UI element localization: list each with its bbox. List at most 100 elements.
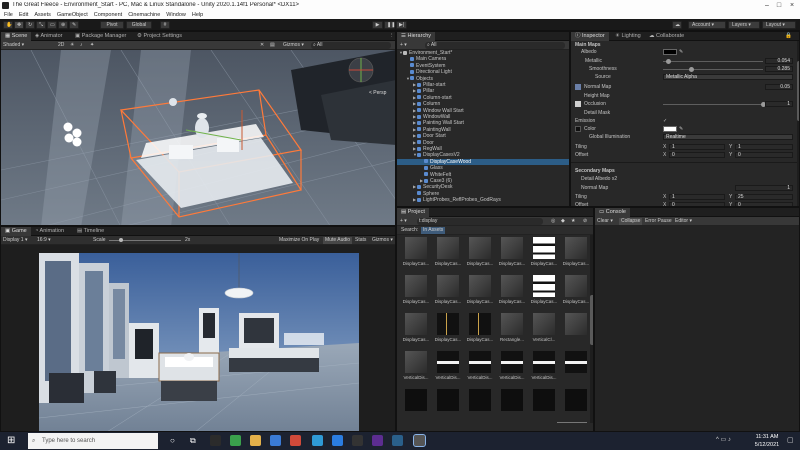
normal-map-value[interactable]: 0.05 [765,84,793,90]
panel-menu-icon[interactable]: ⋮ [385,32,395,41]
asset-thumbnail[interactable] [533,351,555,373]
search-label-icon[interactable]: ◆ [559,218,567,225]
scale-slider-knob[interactable] [119,238,123,242]
asset-thumbnail[interactable] [565,313,587,335]
pause-button[interactable]: ❚❚ [384,21,395,29]
camera-settings-icon[interactable]: ▤ [268,42,277,49]
tab-animation[interactable]: ◔ Animation [31,227,68,236]
hierarchy-item[interactable]: Directional Light [397,69,569,75]
offset-x-field[interactable]: 0 [669,152,725,158]
hierarchy-item[interactable]: ▼ Environment_Start* [397,50,569,56]
asset-thumbnail[interactable] [469,275,491,297]
search-type-icon[interactable]: ◎ [549,218,557,225]
gi-dropdown[interactable]: Realtime [663,134,793,140]
aspect-dropdown[interactable]: 16:9 ▾ [35,237,53,244]
asset-thumbnail[interactable] [501,313,523,335]
asset-label[interactable]: DisplayCas... [401,261,431,266]
asset-thumbnail[interactable] [565,389,587,411]
emission-color-swatch[interactable] [663,126,677,132]
asset-label[interactable]: DisplayCas... [529,261,559,266]
menu-gameobject[interactable]: GameObject [57,12,88,18]
asset-thumbnail[interactable] [565,351,587,373]
asset-thumbnail[interactable] [437,237,459,259]
asset-label[interactable]: DisplayCas... [529,299,559,304]
asset-thumbnail[interactable] [437,389,459,411]
menu-assets[interactable]: Assets [34,12,51,18]
hierarchy-item[interactable]: ▶ SecurityDesk [397,184,569,190]
start-icon[interactable]: ⊞ [7,436,17,446]
stats-toggle[interactable]: Stats [353,237,368,244]
scene-viewport[interactable]: < Persp [1,50,395,225]
rect-tool-icon[interactable]: ▭ [47,21,57,29]
effects-toggle-icon[interactable]: ✦ [88,42,96,49]
metallic-slider-knob[interactable] [665,58,671,64]
shading-dropdown[interactable]: Shaded ▾ [1,42,41,49]
asset-label[interactable]: DisplayCas... [401,299,431,304]
menu-window[interactable]: Window [166,12,186,18]
edge-icon[interactable] [312,435,323,446]
eyedropper-icon[interactable]: ✎ [679,48,683,56]
hierarchy-item[interactable]: ▶ Column-start [397,95,569,101]
metallic-value[interactable]: 0.054 [765,58,793,64]
layers-dropdown[interactable]: Layers ▾ [728,21,760,29]
taskbar-search-input[interactable]: ⌕ Type here to search [28,433,158,449]
layout-dropdown[interactable]: Layout ▾ [762,21,796,29]
hierarchy-item[interactable]: ▶ Pillar [397,88,569,94]
asset-label[interactable]: DisplayCas... [497,299,527,304]
menu-help[interactable]: Help [192,12,203,18]
asset-label[interactable]: Rectangle... [497,337,527,342]
smoothness-slider[interactable] [663,68,763,70]
hierarchy-item[interactable]: ▶ Window Wall Start [397,108,569,114]
project-create-dropdown[interactable]: + ▾ [398,218,409,225]
hierarchy-item[interactable]: WhiteFelt [397,172,569,178]
global-toggle[interactable]: Global [126,21,152,29]
menu-file[interactable]: File [4,12,13,18]
tab-lighting[interactable]: ☀ Lighting [611,32,645,41]
asset-label[interactable]: DisplayCas... [433,337,463,342]
light-toggle-icon[interactable]: ☀ [68,42,76,49]
tiling-y-field[interactable]: 1 [735,144,793,150]
clock-time[interactable]: 11:31 AM [752,434,782,440]
hidden-packages-icon[interactable]: ⊘ [581,218,589,225]
asset-thumbnail[interactable] [405,313,427,335]
asset-label[interactable]: DisplayCas... [497,261,527,266]
minimize-icon[interactable]: – [762,1,772,10]
asset-thumbnail[interactable] [565,237,587,259]
asset-thumbnail[interactable] [501,237,523,259]
hierarchy-item[interactable]: ▼ Objects [397,76,569,82]
emission-eyedropper-icon[interactable]: ✎ [679,125,683,133]
scene-gizmos-dropdown[interactable]: Gizmos ▾ [281,42,306,49]
game-gizmos-dropdown[interactable]: Gizmos ▾ [370,237,395,244]
clock-date[interactable]: 5/12/2021 [752,442,782,448]
mute-audio-toggle[interactable]: Mute Audio [323,237,353,244]
hierarchy-item[interactable]: ▶ Door [397,140,569,146]
unity-hub-icon[interactable] [352,435,363,446]
error-pause-toggle[interactable]: Error Pause [643,218,674,225]
tab-hierarchy[interactable]: ☰ Hierarchy [397,32,436,41]
asset-thumbnail[interactable] [469,351,491,373]
maximize-icon[interactable]: □ [774,1,784,10]
asset-label[interactable]: VerticalCl... [529,337,559,342]
asset-thumbnail[interactable] [533,313,555,335]
sec-tiling-x-field[interactable]: 1 [669,194,725,200]
tab-package-manager[interactable]: ▣ Package Manager [71,32,130,41]
tab-game[interactable]: ▣ Game [1,227,31,236]
tab-timeline[interactable]: ▤ Timeline [73,227,108,236]
tab-project-settings[interactable]: ⚙ Project Settings [133,32,186,41]
project-search-input[interactable]: t:display [417,218,543,225]
asset-label[interactable]: DisplayCas... [465,299,495,304]
grid-snap-icon[interactable]: # [160,21,170,29]
sec-tiling-y-field[interactable]: 25 [735,194,793,200]
lock-icon[interactable]: 🔒 [781,32,796,41]
cloud-icon[interactable]: ☁ [672,21,682,29]
app-icon-4[interactable] [270,435,281,446]
unity-editor-icon[interactable] [413,434,426,447]
app-icon-1[interactable] [210,435,221,446]
rotate-tool-icon[interactable]: ↻ [25,21,35,29]
emission-checkbox[interactable]: ✓ [663,117,667,125]
asset-label[interactable]: DisplayCas... [465,337,495,342]
albedo-color-swatch[interactable] [663,49,677,55]
editor-dropdown[interactable]: Editor ▾ [673,218,694,225]
close-icon[interactable]: × [787,1,797,10]
custom-tool-icon[interactable]: ✎ [69,21,79,29]
